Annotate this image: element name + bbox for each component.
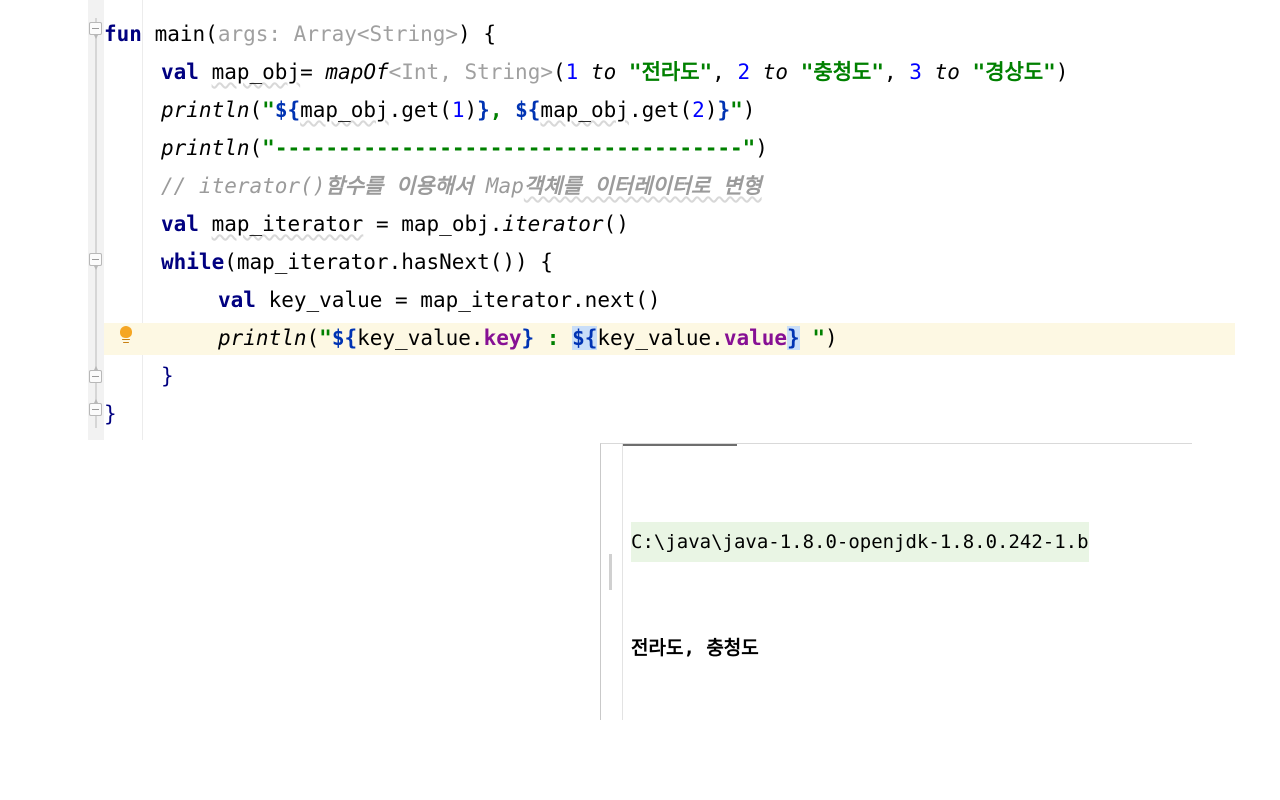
code-line-7: while(map_iterator.hasNext()) { (161, 246, 553, 278)
code-line-6: val map_iterator = map_obj.iterator() (161, 208, 629, 240)
code-line-8: val key_value = map_iterator.next() (218, 284, 661, 316)
code-editor[interactable]: fun main(args: Array<String>) { val map_… (0, 0, 1280, 440)
console-output: C:\java\java-1.8.0-openjdk-1.8.0.242-1.b… (631, 450, 1191, 720)
fold-marker-line-11[interactable] (89, 403, 102, 416)
console-scroll-thumb[interactable] (609, 554, 612, 590)
dash-literal: ------------------------------------- (275, 136, 743, 160)
code-line-1: fun main(args: Array<String>) { (104, 18, 496, 50)
code-line-4: println("-------------------------------… (161, 132, 768, 164)
console-command-line: C:\java\java-1.8.0-openjdk-1.8.0.242-1.b (631, 522, 1191, 558)
console-command-text: C:\java\java-1.8.0-openjdk-1.8.0.242-1.b (631, 522, 1089, 562)
console-line-result: 전라도, 충청도 (631, 630, 1191, 666)
code-line-5: // iterator()함수를 이용해서 Map객체를 이터레이터로 변형 (161, 170, 762, 202)
console-gutter (601, 444, 623, 720)
fold-marker-line-7[interactable] (89, 253, 102, 266)
code-line-3: println("${map_obj.get(1)}, ${map_obj.ge… (161, 94, 755, 126)
code-line-10: } (161, 360, 174, 392)
code-line-2: val map_obj= mapOf<Int, String>(1 to "전라… (161, 56, 1068, 88)
fold-marker-line-1[interactable] (89, 22, 102, 35)
code-content[interactable]: fun main(args: Array<String>) { val map_… (104, 0, 1280, 440)
code-line-9: println("${key_value.key} : ${key_value.… (218, 322, 838, 354)
fold-marker-line-10[interactable] (89, 370, 102, 383)
code-line-11: } (104, 398, 117, 430)
run-console-panel[interactable]: C:\java\java-1.8.0-openjdk-1.8.0.242-1.b… (600, 443, 1192, 720)
